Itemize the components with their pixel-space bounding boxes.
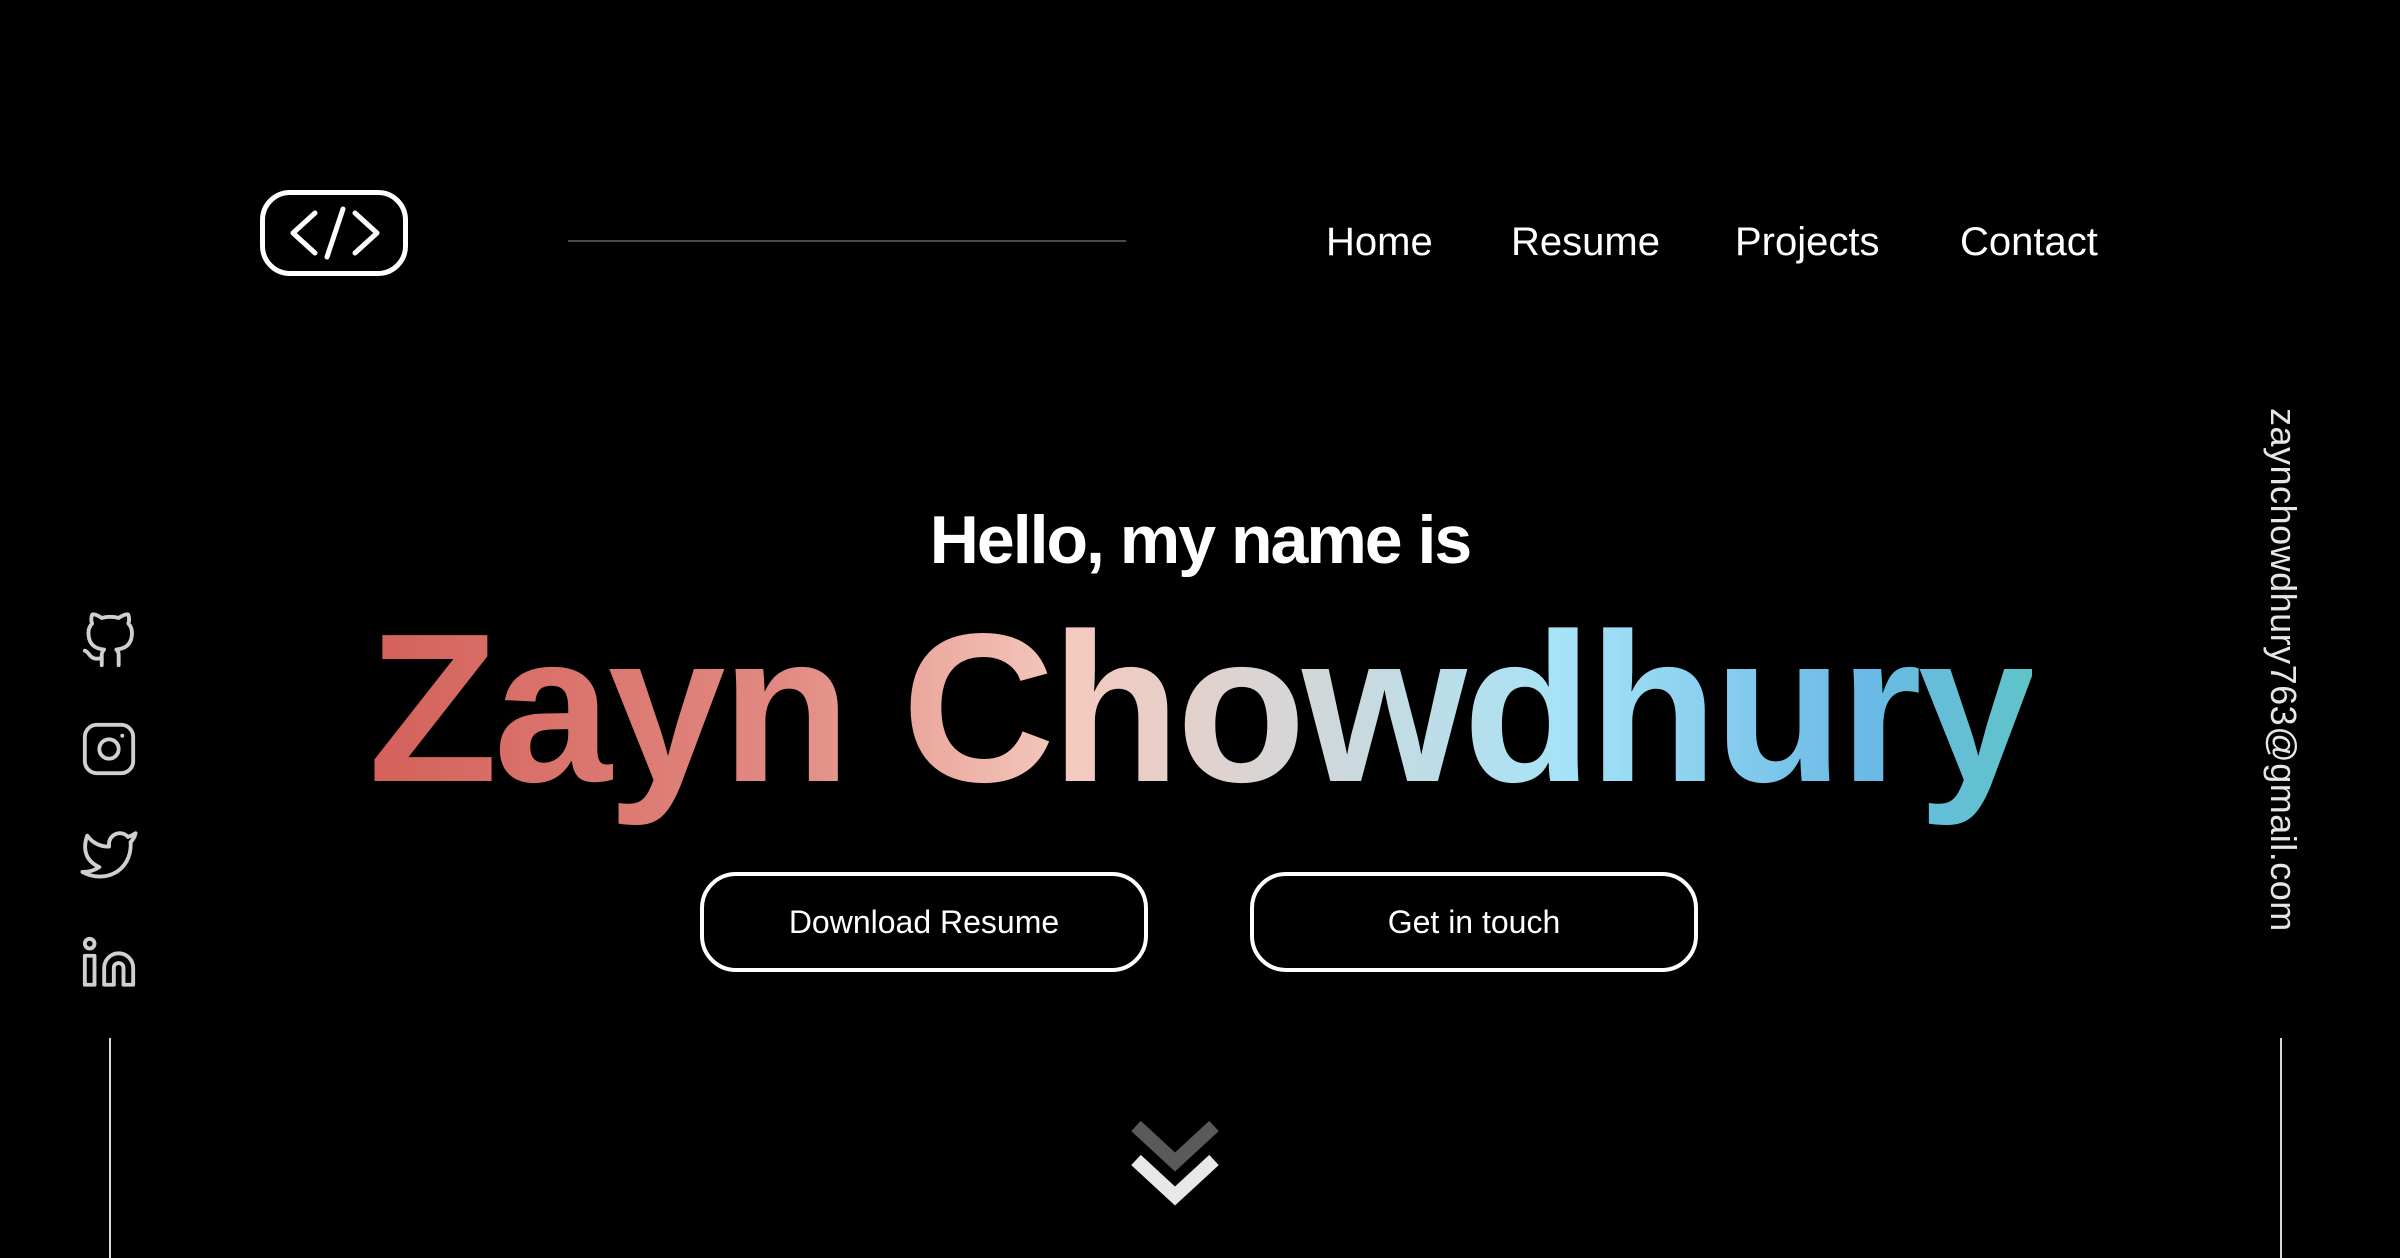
nav-resume[interactable]: Resume: [1511, 214, 1660, 270]
hero-name-text: Zayn Chowdhury: [368, 589, 2036, 826]
nav-home[interactable]: Home: [1326, 214, 1433, 270]
get-in-touch-button[interactable]: Get in touch: [1250, 872, 1698, 972]
hero-greeting: Hello, my name is: [929, 502, 1472, 578]
nav-projects[interactable]: Projects: [1735, 214, 1880, 270]
left-side-line: [109, 1038, 111, 1258]
landing-page: Home Resume Projects Contact zaynchowdhu…: [0, 0, 2400, 1258]
download-resume-button[interactable]: Download Resume: [700, 872, 1148, 972]
linkedin-icon[interactable]: [80, 934, 138, 992]
double-chevron-down-icon[interactable]: [1126, 1118, 1224, 1212]
main-nav: Home Resume Projects Contact: [0, 214, 2400, 270]
hero-name: Zayn Chowdhury: [0, 588, 2400, 828]
nav-contact[interactable]: Contact: [1960, 214, 2098, 270]
twitter-icon[interactable]: [80, 826, 138, 884]
right-side-line: [2280, 1038, 2282, 1258]
